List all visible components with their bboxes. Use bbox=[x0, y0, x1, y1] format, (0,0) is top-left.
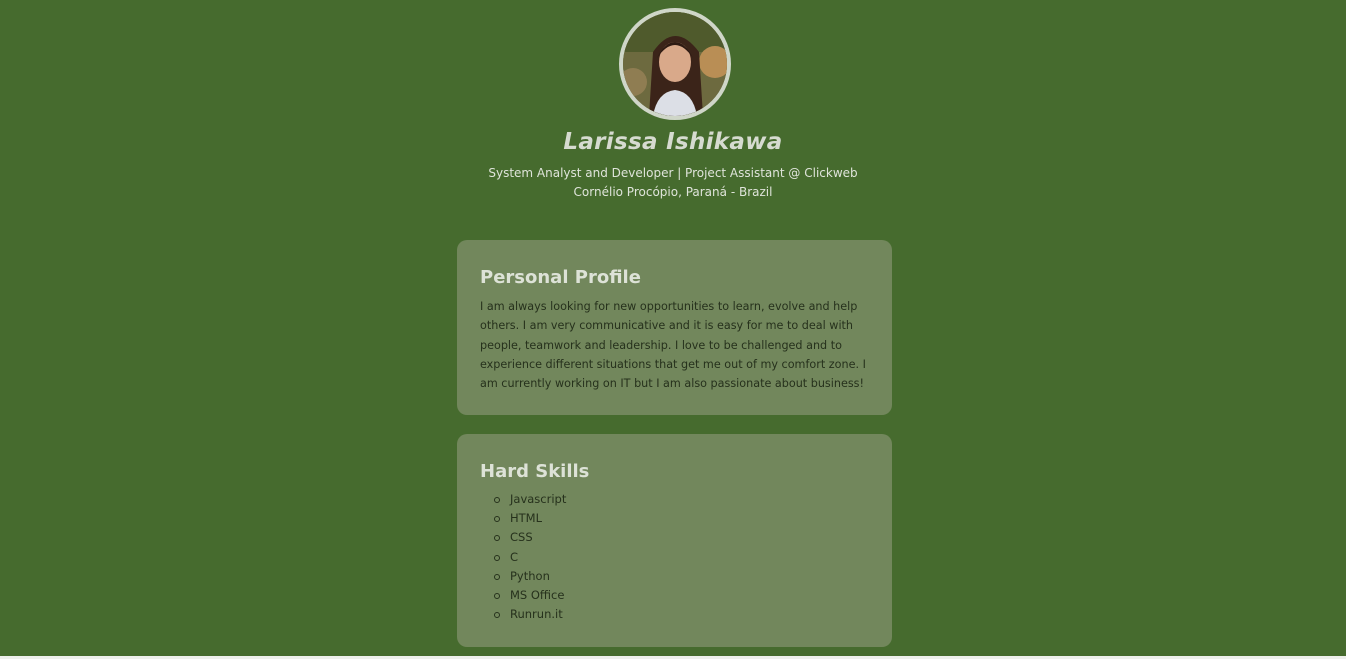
skill-label: HTML bbox=[510, 511, 543, 526]
bullet-icon bbox=[494, 554, 500, 561]
profile-headline: System Analyst and Developer | Project A… bbox=[488, 166, 858, 180]
personal-profile-title: Personal Profile bbox=[480, 267, 641, 288]
list-item: Runrun.it bbox=[494, 605, 566, 624]
bullet-icon bbox=[494, 592, 500, 599]
list-item: Python bbox=[494, 567, 566, 586]
profile-location: Cornélio Procópio, Paraná - Brazil bbox=[573, 185, 773, 199]
skill-label: C bbox=[510, 549, 519, 564]
profile-page: Larissa Ishikawa System Analyst and Deve… bbox=[0, 0, 1346, 659]
bullet-icon bbox=[494, 535, 500, 542]
list-item: Javascript bbox=[494, 490, 567, 509]
hard-skills-card: Hard Skills Javascript HTML CSS C Python… bbox=[457, 434, 892, 647]
bullet-icon bbox=[494, 516, 500, 523]
skill-label: Python bbox=[510, 568, 550, 583]
hard-skills-list: Javascript HTML CSS C Python MS Office R… bbox=[480, 490, 566, 624]
personal-profile-card: Personal Profile I am always looking for… bbox=[457, 240, 892, 415]
bullet-icon bbox=[494, 612, 500, 619]
avatar bbox=[619, 8, 731, 120]
profile-name: Larissa Ishikawa bbox=[563, 129, 783, 155]
list-item: HTML bbox=[494, 509, 566, 528]
personal-profile-text: I am always looking for new opportunitie… bbox=[480, 300, 866, 391]
bullet-icon bbox=[494, 573, 500, 580]
list-item: C bbox=[494, 548, 566, 567]
skill-label: MS Office bbox=[510, 587, 565, 602]
list-item: MS Office bbox=[494, 586, 566, 605]
bullet-icon bbox=[494, 497, 500, 503]
skill-label: CSS bbox=[510, 530, 533, 545]
skill-label: Javascript bbox=[510, 492, 567, 506]
profile-photo-icon bbox=[623, 12, 727, 116]
hard-skills-title: Hard Skills bbox=[480, 461, 590, 482]
skill-label: Runrun.it bbox=[510, 607, 563, 622]
list-item: CSS bbox=[494, 528, 566, 547]
